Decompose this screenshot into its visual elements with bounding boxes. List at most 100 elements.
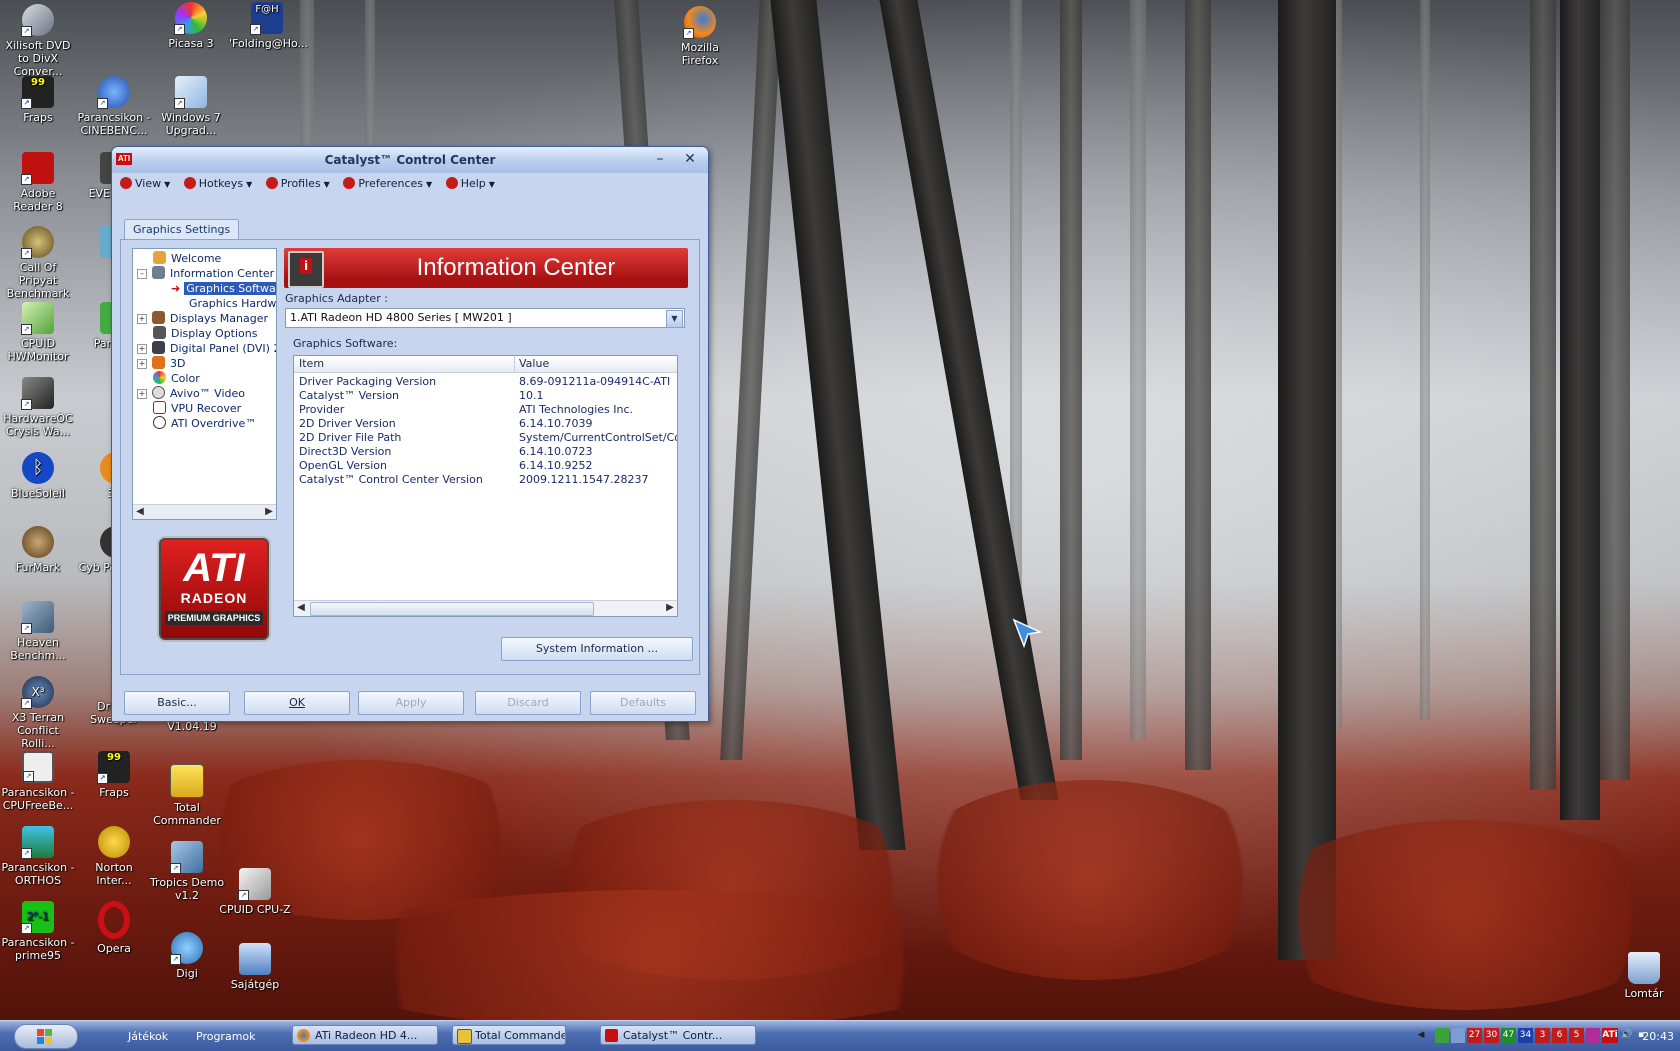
desktop-icon-total-commander[interactable]: Total Commander [149, 764, 225, 827]
expand-icon[interactable]: + [137, 389, 147, 399]
expand-icon[interactable]: + [137, 359, 147, 369]
desktop-icon-win7[interactable]: ↗ Windows 7 Upgrad... [153, 76, 229, 137]
desktop-icon-picasa[interactable]: ↗ Picasa 3 [153, 2, 229, 50]
column-header-item[interactable]: Item [294, 356, 515, 372]
apply-button[interactable]: Apply [358, 691, 464, 715]
desktop-icon-cinebench[interactable]: ↗ Parancsikon - CINEBENC... [76, 76, 152, 137]
tab-bar: Graphics Settings [124, 219, 240, 239]
chevron-down-icon[interactable]: ▼ [666, 310, 683, 328]
scroll-left-icon[interactable]: ◀ [133, 505, 147, 519]
collapse-icon[interactable]: – [137, 269, 147, 279]
menu-preferences[interactable]: Preferences ▼ [343, 173, 432, 196]
desktop-icon-fraps[interactable]: 99 ↗ Fraps [0, 76, 76, 124]
ati-icon [605, 1029, 618, 1042]
tree-item-display-options[interactable]: Display Options [153, 326, 258, 342]
desktop-icon-adobe[interactable]: ↗ Adobe Reader 8 [0, 152, 76, 213]
tray-app-icon[interactable] [1586, 1028, 1600, 1043]
desktop-icon-prime95[interactable]: 2ᴾ-1 ↗ Parancsikon - prime95 [0, 901, 76, 962]
tree-trunk [1278, 0, 1336, 960]
column-header-value[interactable]: Value [514, 356, 676, 372]
basic-button[interactable]: Basic... [124, 691, 230, 715]
expand-icon[interactable]: + [137, 344, 147, 354]
scroll-right-icon[interactable]: ▶ [262, 505, 276, 519]
tree-item-displays-manager[interactable]: + Displays Manager [137, 311, 268, 327]
desktop-icon-bluesoleil[interactable]: ᛒ BlueSoleil [0, 452, 76, 500]
tray-temp-4[interactable]: 34 [1518, 1028, 1533, 1043]
desktop-icon-opera[interactable]: Opera [76, 901, 152, 955]
tree-item-avivo-video[interactable]: + Avivo™ Video [137, 386, 245, 402]
start-button[interactable] [14, 1024, 78, 1049]
desktop-icon-xilisoft[interactable]: ↗ Xilisoft DVD to DivX Conver... [0, 4, 76, 78]
tray-collapse-icon[interactable]: ◀ [1415, 1028, 1427, 1043]
expand-icon[interactable]: + [137, 314, 147, 324]
desktop-icon-pripyat[interactable]: ↗ Call Of Pripyat Benchmark [0, 226, 76, 300]
menu-help[interactable]: Help ▼ [445, 173, 495, 196]
desktop-icon-my-computer[interactable]: Sajátgép [217, 943, 293, 991]
clock[interactable]: 20:43 [1642, 1030, 1674, 1043]
task-firefox[interactable]: ATi Radeon HD 4... [292, 1025, 438, 1045]
scroll-left-icon[interactable]: ◀ [294, 601, 308, 615]
scroll-right-icon[interactable]: ▶ [663, 601, 677, 615]
cpuz-icon: ↗ [238, 868, 271, 901]
toolbar-jatekok[interactable]: Játékok [128, 1030, 168, 1043]
close-button[interactable]: ✕ [680, 150, 700, 168]
desktop-icon-folding[interactable]: F@H ↗ 'Folding@Ho... [229, 2, 308, 50]
tree-item-color[interactable]: Color [153, 371, 200, 387]
tree-horizontal-scrollbar[interactable]: ◀ ▶ [133, 504, 276, 519]
toolbar-programok[interactable]: Programok [196, 1030, 256, 1043]
tray-green-icon[interactable] [1435, 1028, 1449, 1043]
table-horizontal-scrollbar[interactable]: ◀ ▶ [294, 600, 677, 616]
desktop-icon-hwmonitor[interactable]: ↗ CPUID HWMonitor [0, 302, 76, 363]
profiles-icon [265, 177, 278, 189]
discard-button[interactable]: Discard [475, 691, 581, 715]
tray-temp-1[interactable]: 27 [1467, 1028, 1482, 1043]
tray-temp-6[interactable]: 6 [1552, 1028, 1567, 1043]
menu-view[interactable]: View ▼ [120, 173, 170, 196]
desktop-icon-digi[interactable]: ↗ Digi [149, 932, 225, 980]
minimize-button[interactable]: – [650, 150, 670, 168]
window-titlebar[interactable]: ATI Catalyst™ Control Center – ✕ [112, 147, 708, 173]
tree-item-graphics-software[interactable]: ➜ Graphics Software [171, 281, 276, 297]
system-information-button[interactable]: System Information ... [501, 637, 693, 661]
graphics-adapter-label: Graphics Adapter : [285, 292, 388, 305]
tree-item-3d[interactable]: +3D [137, 356, 185, 372]
menu-profiles[interactable]: Profiles ▼ [265, 173, 330, 196]
menu-hotkeys[interactable]: Hotkeys ▼ [183, 173, 252, 196]
desktop-icon-cpuz[interactable]: ↗ CPUID CPU-Z [217, 868, 293, 916]
tree-item-vpu-recover[interactable]: VPU Recover [153, 401, 241, 417]
tray-network-icon[interactable] [1451, 1028, 1465, 1043]
desktop-icon-fraps-2[interactable]: 99 ↗ Fraps [76, 751, 152, 799]
desktop-icon-norton[interactable]: Norton Inter... [76, 826, 152, 887]
cpufree-icon: ↗ [22, 751, 54, 783]
desktop-icon-furmark[interactable]: FurMark [0, 526, 76, 574]
graphics-adapter-select[interactable]: 1.ATI Radeon HD 4800 Series [ MW201 ] ▼ [285, 308, 685, 328]
tree-item-graphics-hardware[interactable]: Graphics Hardware [189, 296, 276, 312]
tray-ati-icon[interactable]: ATi [1602, 1028, 1618, 1043]
desktop-icon-tropics[interactable]: ↗ Tropics Demo v1.2 [149, 841, 225, 902]
tray-temp-5[interactable]: 3 [1535, 1028, 1550, 1043]
scrollbar-thumb[interactable] [310, 602, 594, 616]
desktop-icon-recycle-bin[interactable]: Lomtár [1606, 952, 1680, 1000]
desktop-icon-cpufree[interactable]: ↗ Parancsikon - CPUFreeBe... [0, 751, 76, 812]
catalyst-control-center-window: ATI Catalyst™ Control Center – ✕ View ▼ H… [111, 146, 709, 722]
tree-item-ati-overdrive[interactable]: ATI Overdrive™ [153, 416, 256, 432]
volume-icon[interactable]: 🔊 [1620, 1028, 1634, 1043]
desktop-icon-heaven[interactable]: ↗ Heaven Benchm... [0, 601, 76, 662]
task-catalyst[interactable]: Catalyst™ Contr... [600, 1025, 756, 1045]
task-total-commander[interactable]: Total Commande... [452, 1025, 566, 1045]
tree-item-digital-panel[interactable]: + Digital Panel (DVI) 2 [137, 341, 276, 357]
tree-item-welcome[interactable]: Welcome [153, 251, 221, 267]
desktop-icon-crysis[interactable]: ↗ HardwareOC Crysis Wa... [0, 377, 76, 438]
defaults-button[interactable]: Defaults [590, 691, 696, 715]
tree-item-information-center[interactable]: – Information Center [137, 266, 274, 282]
desktop-icon-orthos[interactable]: ↗ Parancsikon - ORTHOS [0, 826, 76, 887]
tray-temp-3[interactable]: 47 [1501, 1028, 1516, 1043]
tray-temp-7[interactable]: 5 [1569, 1028, 1584, 1043]
ati-radeon-logo: ATI RADEON PREMIUM GRAPHICS [159, 538, 269, 640]
recycle-bin-icon [1628, 952, 1660, 984]
desktop-icon-x3[interactable]: X³ ↗ X3 Terran Conflict Rolli... [0, 676, 76, 750]
tab-graphics-settings[interactable]: Graphics Settings [124, 219, 240, 239]
ok-button[interactable]: OK [244, 691, 350, 715]
desktop-icon-firefox[interactable]: ↗ Mozilla Firefox [662, 6, 738, 67]
tray-temp-2[interactable]: 30 [1484, 1028, 1499, 1043]
